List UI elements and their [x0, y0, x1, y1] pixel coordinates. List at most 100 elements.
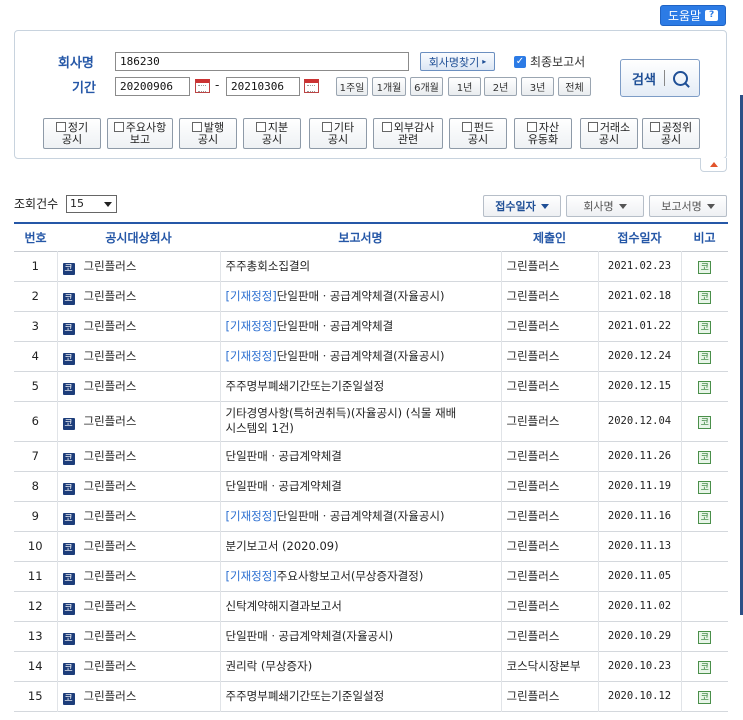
category-checkbox[interactable]: 공정위 공시 [642, 118, 700, 149]
table-row[interactable]: 1 코 그린플러스 주주총회소집결의 그린플러스 2021.02.23 코 [14, 251, 728, 281]
collapse-toggle[interactable] [700, 158, 727, 172]
help-button[interactable]: 도움말 ? [660, 5, 726, 26]
category-checkbox[interactable]: 펀드 공시 [449, 118, 507, 149]
report-name: 단일판매ㆍ공급계약체결(자율공시) [276, 508, 445, 523]
kosdaq-remark-icon: 코 [698, 480, 712, 494]
calendar-icon[interactable] [304, 79, 319, 93]
table-row[interactable]: 5 코 그린플러스 주주명부폐쇄기간또는기준일설정 그린플러스 2020.12.15 코 [14, 371, 728, 401]
range-2year-button[interactable]: 2년 [484, 77, 517, 96]
company-link[interactable]: 그린플러스 [84, 449, 137, 463]
report-name: 단일판매ㆍ공급계약체결 [225, 448, 342, 463]
submitter: 그린플러스 [501, 251, 599, 281]
report-link[interactable]: [기재정정]단일판매ㆍ공급계약체결 [226, 319, 394, 333]
row-number: 6 [14, 401, 58, 441]
calendar-icon[interactable] [195, 79, 210, 93]
report-link[interactable]: [기재정정]단일판매ㆍ공급계약체결(자율공시) [226, 509, 445, 523]
receipt-date: 2020.11.16 [598, 501, 682, 531]
table-row[interactable]: 8 코 그린플러스 단일판매ㆍ공급계약체결 그린플러스 2020.11.19 코 [14, 471, 728, 501]
company-cell: 코 그린플러스 [57, 341, 221, 371]
company-link[interactable]: 그린플러스 [84, 379, 137, 393]
kosdaq-remark-icon: 코 [698, 350, 712, 364]
company-input[interactable]: 186230 [115, 52, 409, 71]
correction-tag: [기재정정] [225, 508, 277, 523]
report-cell: [기재정정]단일판매ㆍ공급계약체결 [220, 311, 502, 341]
company-link[interactable]: 그린플러스 [84, 349, 137, 363]
date-to-input[interactable]: 20210306 [226, 77, 300, 96]
find-company-button[interactable]: 회사명찾기 ▸ [420, 52, 495, 71]
table-row[interactable]: 6 코 그린플러스 기타경영사항(특허권취득)(자율공시) (식물 재배 시스템외 1건… [14, 401, 728, 441]
company-link[interactable]: 그린플러스 [84, 599, 137, 613]
company-link[interactable]: 그린플러스 [84, 289, 137, 303]
sort-report-button[interactable]: 보고서명 [649, 195, 727, 217]
company-cell: 코 그린플러스 [57, 371, 221, 401]
table-row[interactable]: 14 코 그린플러스 권리락 (무상증자) 코스닥시장본부 2020.10.23 코 [14, 651, 728, 681]
company-link[interactable]: 그린플러스 [84, 569, 137, 583]
category-checkbox[interactable]: 거래소 공시 [580, 118, 638, 149]
report-link[interactable]: 단일판매ㆍ공급계약체결 [226, 449, 342, 463]
table-row[interactable]: 3 코 그린플러스 [기재정정]단일판매ㆍ공급계약체결 그린플러스 2021.01.22 코 [14, 311, 728, 341]
category-checkbox[interactable]: 외부감사 관련 [373, 118, 443, 149]
report-link[interactable]: 권리락 (무상증자) [226, 659, 313, 673]
report-link[interactable]: 주주명부폐쇄기간또는기준일설정 [226, 689, 385, 703]
category-checkbox[interactable]: 발행 공시 [179, 118, 237, 149]
table-row[interactable]: 13 코 그린플러스 단일판매ㆍ공급계약체결(자율공시) 그린플러스 2020.10.29… [14, 621, 728, 651]
table-row[interactable]: 7 코 그린플러스 단일판매ㆍ공급계약체결 그린플러스 2020.11.26 코 [14, 441, 728, 471]
category-checkbox[interactable]: 정기 공시 [43, 118, 101, 149]
report-link[interactable]: 기타경영사항(특허권취득)(자율공시) (식물 재배 [226, 406, 457, 420]
search-button[interactable]: 검색 [620, 59, 700, 97]
category-checkbox[interactable]: 자산 유동화 [514, 118, 572, 149]
company-link[interactable]: 그린플러스 [84, 479, 137, 493]
range-1month-button[interactable]: 1개월 [372, 77, 406, 96]
report-link[interactable]: 주주총회소집결의 [226, 259, 311, 273]
table-row[interactable]: 2 코 그린플러스 [기재정정]단일판매ㆍ공급계약체결(자율공시) 그린플러스 2021.… [14, 281, 728, 311]
report-link[interactable]: [기재정정]주요사항보고서(무상증자결정) [226, 569, 424, 583]
remark-cell: 코 [681, 471, 728, 501]
report-link[interactable]: 주주명부폐쇄기간또는기준일설정 [226, 379, 385, 393]
company-link[interactable]: 그린플러스 [84, 259, 137, 273]
range-1week-button[interactable]: 1주일 [336, 77, 368, 96]
count-select[interactable]: 15 [66, 195, 117, 213]
range-6month-button[interactable]: 6개월 [410, 77, 443, 96]
kosdaq-remark-icon: 코 [698, 415, 712, 429]
range-all-button[interactable]: 전체 [558, 77, 591, 96]
report-link[interactable]: [기재정정]단일판매ㆍ공급계약체결(자율공시) [226, 289, 445, 303]
table-row[interactable]: 11 코 그린플러스 [기재정정]주요사항보고서(무상증자결정) 그린플러스 2020.1… [14, 561, 728, 591]
company-link[interactable]: 그린플러스 [84, 319, 137, 333]
range-1year-button[interactable]: 1년 [448, 77, 481, 96]
report-name: 단일판매ㆍ공급계약체결(자율공시) [225, 628, 394, 643]
company-link[interactable]: 그린플러스 [84, 509, 137, 523]
company-link[interactable]: 그린플러스 [84, 689, 137, 703]
report-name: 주주총회소집결의 [225, 258, 311, 273]
company-link[interactable]: 그린플러스 [84, 539, 137, 553]
checkbox-icon [461, 122, 472, 132]
date-from-input[interactable]: 20200906 [115, 77, 190, 96]
submitter: 그린플러스 [501, 341, 599, 371]
company-link[interactable]: 그린플러스 [84, 629, 137, 643]
range-3year-button[interactable]: 3년 [521, 77, 554, 96]
table-row[interactable]: 12 코 그린플러스 신탁계약해지결과보고서 그린플러스 2020.11.02 [14, 591, 728, 621]
report-link[interactable]: 단일판매ㆍ공급계약체결 [226, 479, 342, 493]
sort-company-button[interactable]: 회사명 [566, 195, 644, 217]
report-link[interactable]: 신탁계약해지결과보고서 [226, 599, 342, 613]
table-row[interactable]: 10 코 그린플러스 분기보고서 (2020.09) 그린플러스 2020.11.13 [14, 531, 728, 561]
company-link[interactable]: 그린플러스 [84, 414, 137, 428]
report-link[interactable]: 단일판매ㆍ공급계약체결(자율공시) [226, 629, 394, 643]
row-number: 8 [14, 471, 58, 501]
submitter: 그린플러스 [501, 501, 599, 531]
market-badge-icon: 코 [62, 452, 75, 465]
category-checkbox[interactable]: 주요사항 보고 [107, 118, 173, 149]
table-row[interactable]: 15 코 그린플러스 주주명부폐쇄기간또는기준일설정 그린플러스 2020.10.12 코 [14, 681, 728, 711]
sort-date-button[interactable]: 접수일자 [483, 195, 561, 217]
final-report-checkbox[interactable]: ✓ 최종보고서 [514, 53, 585, 70]
receipt-date: 2020.11.19 [598, 471, 682, 501]
company-link[interactable]: 그린플러스 [84, 659, 137, 673]
table-row[interactable]: 9 코 그린플러스 [기재정정]단일판매ㆍ공급계약체결(자율공시) 그린플러스 2020.… [14, 501, 728, 531]
table-row[interactable]: 4 코 그린플러스 [기재정정]단일판매ㆍ공급계약체결(자율공시) 그린플러스 2020.… [14, 341, 728, 371]
report-link[interactable]: 분기보고서 (2020.09) [226, 539, 339, 553]
category-checkbox[interactable]: 지분 공시 [243, 118, 301, 149]
report-link[interactable]: [기재정정]단일판매ㆍ공급계약체결(자율공시) [226, 349, 445, 363]
category-checkbox[interactable]: 기타 공시 [309, 118, 367, 149]
company-cell: 코 그린플러스 [57, 311, 221, 341]
remark-cell: 코 [681, 371, 728, 401]
category-label-line2: 공시 [467, 133, 489, 146]
